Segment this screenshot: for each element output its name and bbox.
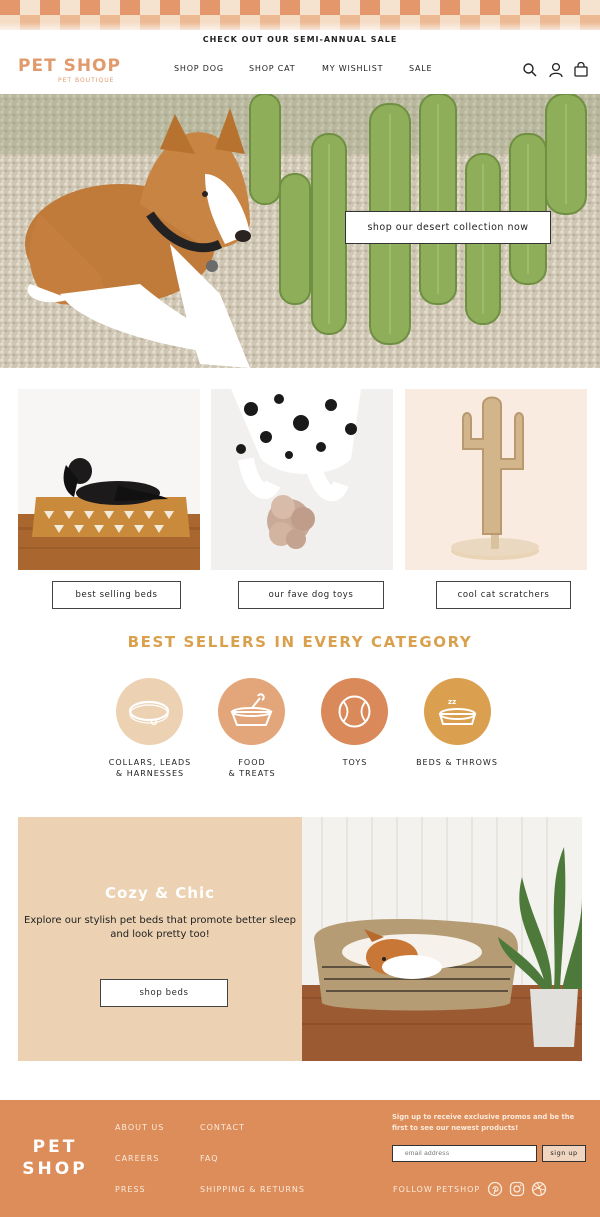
instagram-icon[interactable] xyxy=(509,1181,525,1197)
follow-label: FOLLOW PETSHOP xyxy=(393,1185,481,1194)
tile-toys-button[interactable]: our fave dog toys xyxy=(238,581,384,609)
tile-beds-button[interactable]: best selling beds xyxy=(52,581,181,609)
cozy-description: Explore our stylish pet beds that promot… xyxy=(24,915,296,940)
logo[interactable]: PET SHOP PET BOUTIQUE xyxy=(18,56,128,84)
category-collars[interactable] xyxy=(116,678,183,745)
nav-wishlist[interactable]: MY WISHLIST xyxy=(322,64,383,73)
footer-signup-text: Sign up to receive exclusive promos and … xyxy=(392,1113,575,1132)
footer-link-faq[interactable]: FAQ xyxy=(200,1154,219,1163)
hero-cta-button[interactable]: shop our desert collection now xyxy=(345,211,551,244)
nav-shop-dog[interactable]: SHOP DOG xyxy=(174,64,224,73)
category-beds[interactable]: zz xyxy=(424,678,491,745)
footer-logo[interactable]: PET SHOP xyxy=(18,1136,92,1180)
category-food[interactable] xyxy=(218,678,285,745)
tile-scratchers-button[interactable]: cool cat scratchers xyxy=(436,581,571,609)
bag-icon[interactable] xyxy=(573,61,589,78)
category-beds-label[interactable]: BEDS & THROWS xyxy=(402,757,512,768)
account-icon[interactable] xyxy=(548,62,564,78)
footer-link-about[interactable]: ABOUT US xyxy=(115,1123,164,1132)
footer-logo-top: PET xyxy=(32,1137,78,1157)
footer-link-careers[interactable]: CAREERS xyxy=(115,1154,159,1163)
basket-bed-image xyxy=(302,817,582,1061)
nav-sale[interactable]: SALE xyxy=(409,64,432,73)
dribbble-icon[interactable] xyxy=(531,1181,547,1197)
tile-toys-image xyxy=(211,389,393,570)
ball-icon xyxy=(338,695,371,728)
category-collars-label[interactable]: COLLARS, LEADS & HARNESSES xyxy=(95,757,205,779)
footer-logo-bottom: SHOP xyxy=(22,1159,88,1179)
footer-link-contact[interactable]: CONTACT xyxy=(200,1123,245,1132)
category-toys-label[interactable]: TOYS xyxy=(300,757,410,768)
email-input[interactable] xyxy=(392,1145,537,1162)
logo-subtitle: PET BOUTIQUE xyxy=(58,77,115,84)
tile-beds[interactable] xyxy=(18,389,200,570)
cozy-title: Cozy & Chic xyxy=(104,884,216,902)
pet-bed-icon: zz xyxy=(438,698,477,725)
category-food-label[interactable]: FOOD & TREATS xyxy=(197,757,307,779)
hero-banner: shop our desert collection now xyxy=(0,94,600,368)
cozy-image xyxy=(302,817,582,1061)
shop-beds-button[interactable]: shop beds xyxy=(100,979,228,1007)
svg-text:zz: zz xyxy=(448,698,456,706)
footer-link-shipping[interactable]: SHIPPING & RETURNS xyxy=(200,1185,305,1194)
pinterest-icon[interactable] xyxy=(487,1181,503,1197)
checker-fade xyxy=(0,22,600,32)
promo-bar[interactable]: CHECK OUT OUR SEMI-ANNUAL SALE xyxy=(0,32,600,48)
nav-shop-cat[interactable]: SHOP CAT xyxy=(249,64,295,73)
tile-scratchers-image xyxy=(405,389,587,570)
search-icon[interactable] xyxy=(522,62,538,78)
collar-icon xyxy=(128,700,170,726)
category-toys[interactable] xyxy=(321,678,388,745)
header-icons xyxy=(522,61,592,78)
best-sellers-title: BEST SELLERS IN EVERY CATEGORY xyxy=(127,633,473,651)
food-bowl-icon xyxy=(230,693,273,726)
signup-button[interactable]: sign up xyxy=(542,1145,586,1162)
tile-toys[interactable] xyxy=(211,389,393,570)
tile-scratchers[interactable] xyxy=(405,389,587,570)
tile-beds-image xyxy=(18,389,200,570)
logo-text: PET SHOP xyxy=(18,56,121,76)
footer-link-press[interactable]: PRESS xyxy=(115,1185,146,1194)
